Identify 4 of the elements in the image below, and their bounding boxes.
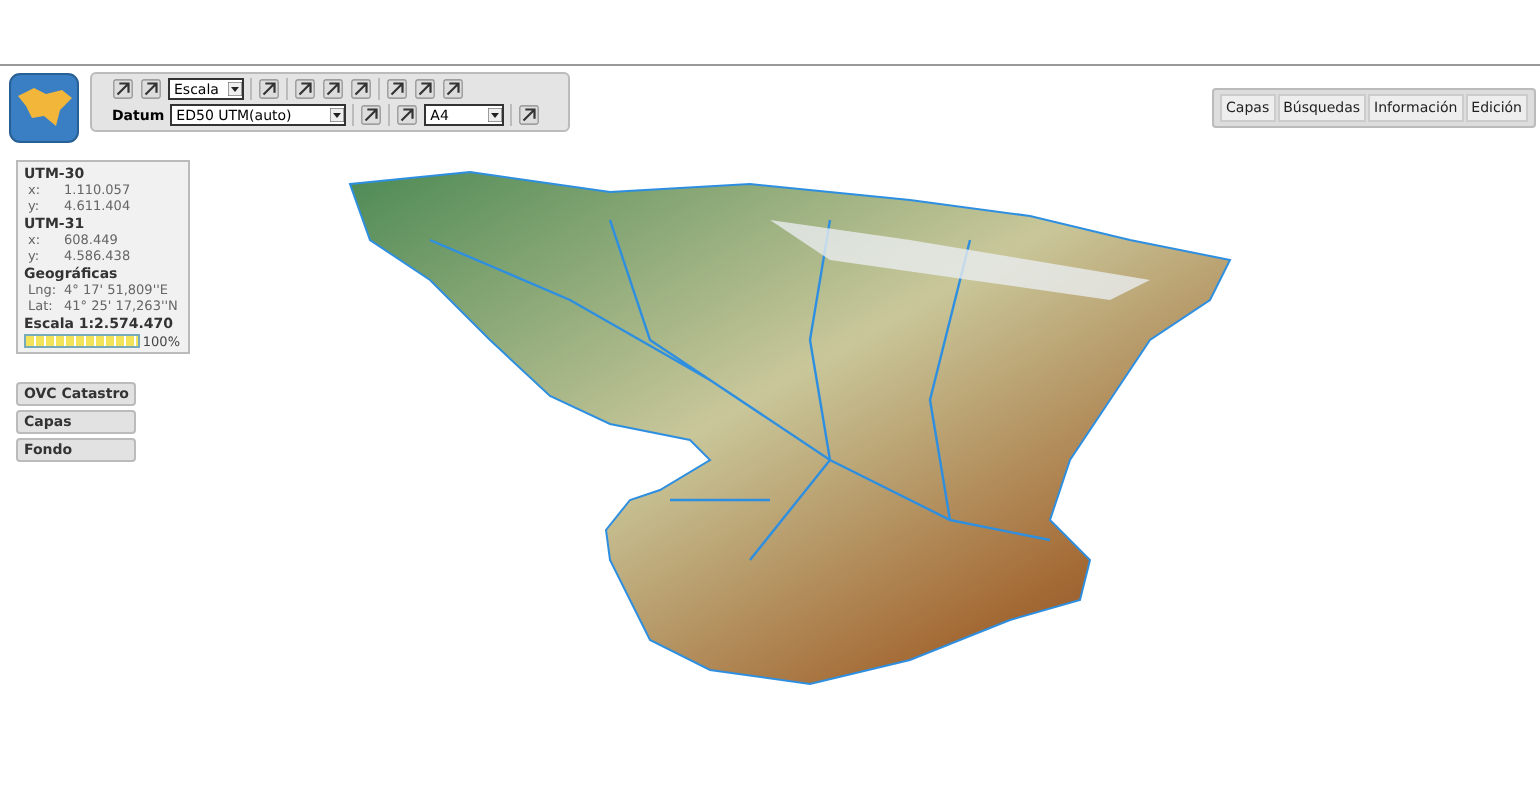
logo-icon: [8, 72, 80, 144]
caret-icon: [330, 108, 345, 122]
caret-icon: [228, 82, 242, 96]
caret-icon: [488, 108, 503, 122]
